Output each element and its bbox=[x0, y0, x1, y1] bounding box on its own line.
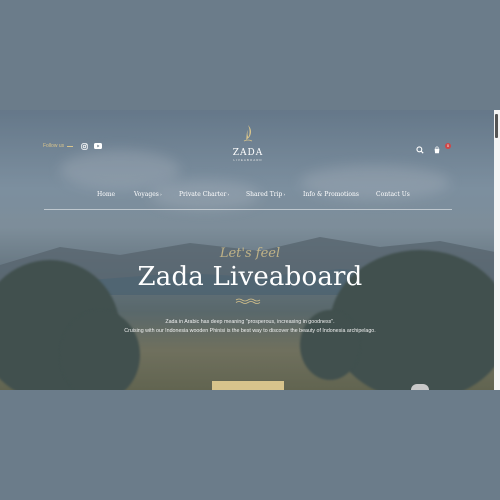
logo-subtitle: LIVEABOARD bbox=[233, 158, 263, 162]
follow-dash bbox=[67, 145, 74, 147]
chevron-right-icon: › bbox=[283, 192, 286, 198]
nav-label: Contact Us bbox=[376, 191, 410, 198]
nav-item-info-promotions[interactable]: Info & Promotions bbox=[303, 191, 359, 198]
nav-label: Voyages bbox=[134, 191, 159, 198]
site-logo[interactable]: ZADA LIVEABOARD bbox=[225, 124, 271, 162]
nav-divider bbox=[44, 209, 452, 210]
hero-description: Zada in Arabic has deep meaning "prosper… bbox=[0, 318, 500, 336]
nav-item-home[interactable]: Home bbox=[97, 191, 115, 198]
cta-button[interactable] bbox=[212, 381, 284, 390]
nav-label: Info & Promotions bbox=[303, 191, 359, 198]
chevron-right-icon: › bbox=[159, 192, 162, 198]
search-icon[interactable] bbox=[416, 141, 425, 154]
chevron-right-icon: › bbox=[227, 192, 230, 198]
wave-divider-icon bbox=[235, 298, 261, 304]
logo-name: ZADA bbox=[232, 148, 264, 158]
nav-item-voyages[interactable]: Voyages› bbox=[134, 191, 162, 198]
scrollbar-track[interactable] bbox=[494, 110, 500, 390]
instagram-icon[interactable] bbox=[80, 142, 88, 150]
hero-title: Zada Liveaboard bbox=[137, 262, 363, 292]
nav-label: Home bbox=[97, 191, 116, 198]
hero-tagline: Let's feel bbox=[219, 246, 281, 261]
nav-item-shared-trip[interactable]: Shared Trip› bbox=[246, 191, 285, 198]
nav-item-private-charter[interactable]: Private Charter› bbox=[179, 191, 229, 198]
main-nav: Home Voyages› Private Charter› Shared Tr… bbox=[0, 191, 500, 203]
nav-label: Shared Trip bbox=[246, 191, 283, 198]
cart-count-badge: 0 bbox=[445, 143, 451, 149]
chat-widget[interactable] bbox=[411, 384, 429, 390]
scrollbar-thumb[interactable] bbox=[495, 114, 498, 138]
hero-description-line: Cruising with our Indonesia wooden Phini… bbox=[124, 328, 376, 334]
youtube-icon[interactable] bbox=[94, 142, 102, 150]
follow-us: Follow us bbox=[43, 143, 74, 149]
nav-item-contact-us[interactable]: Contact Us bbox=[376, 191, 410, 198]
follow-label: Follow us bbox=[43, 143, 65, 149]
hero-description-line: Zada in Arabic has deep meaning "prosper… bbox=[165, 319, 335, 325]
logo-mark-icon bbox=[243, 125, 253, 142]
cart-icon[interactable] bbox=[433, 141, 442, 154]
nav-label: Private Charter bbox=[179, 191, 227, 198]
